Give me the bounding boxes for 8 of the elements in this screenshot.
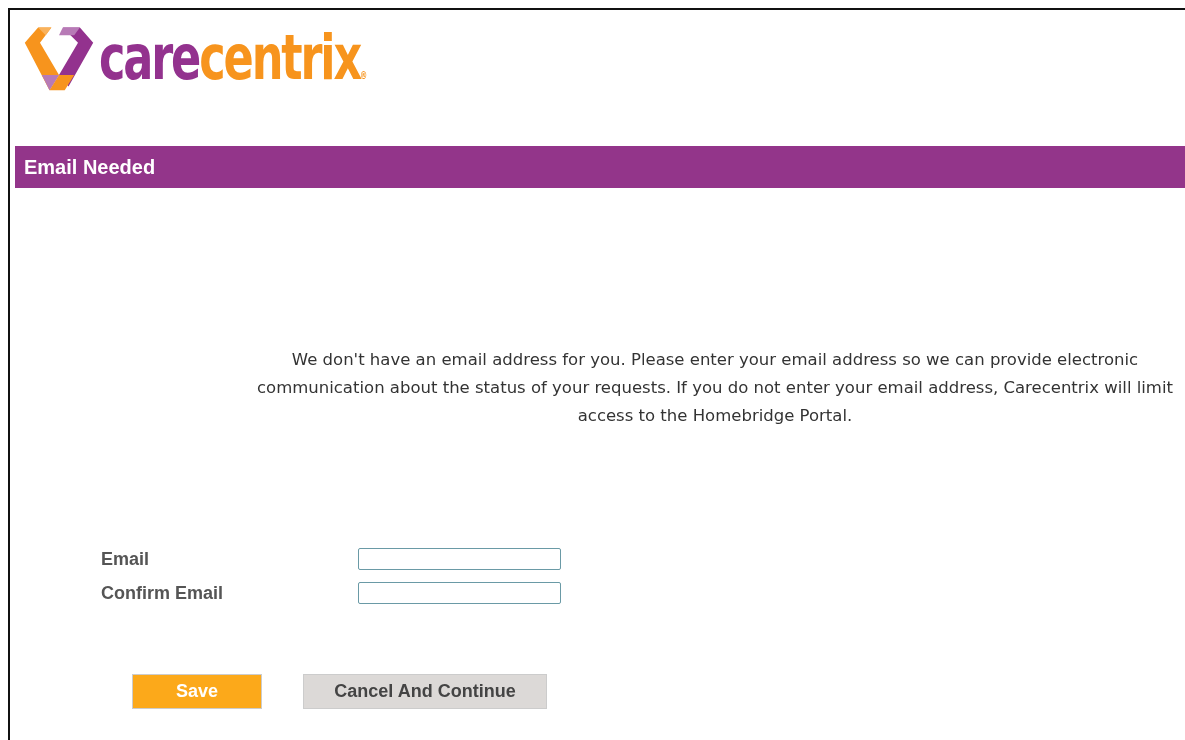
page-title: Email Needed: [24, 155, 156, 179]
field-label: Confirm Email: [101, 582, 225, 604]
input-field[interactable]: [358, 582, 561, 604]
cancel-button[interactable]: Cancel And Continue: [303, 674, 547, 709]
logo-wordmark: carecentrix®: [99, 27, 368, 89]
info-message: We don't have an email address for you. Please enter your email address so we can provide electronic communication about the status of your requests. If you do not enter your email address, Carecentrix will limit access to the Homebridge Portal.: [256, 349, 1174, 427]
input-field[interactable]: [358, 548, 561, 570]
field-label: Email: [101, 548, 151, 570]
